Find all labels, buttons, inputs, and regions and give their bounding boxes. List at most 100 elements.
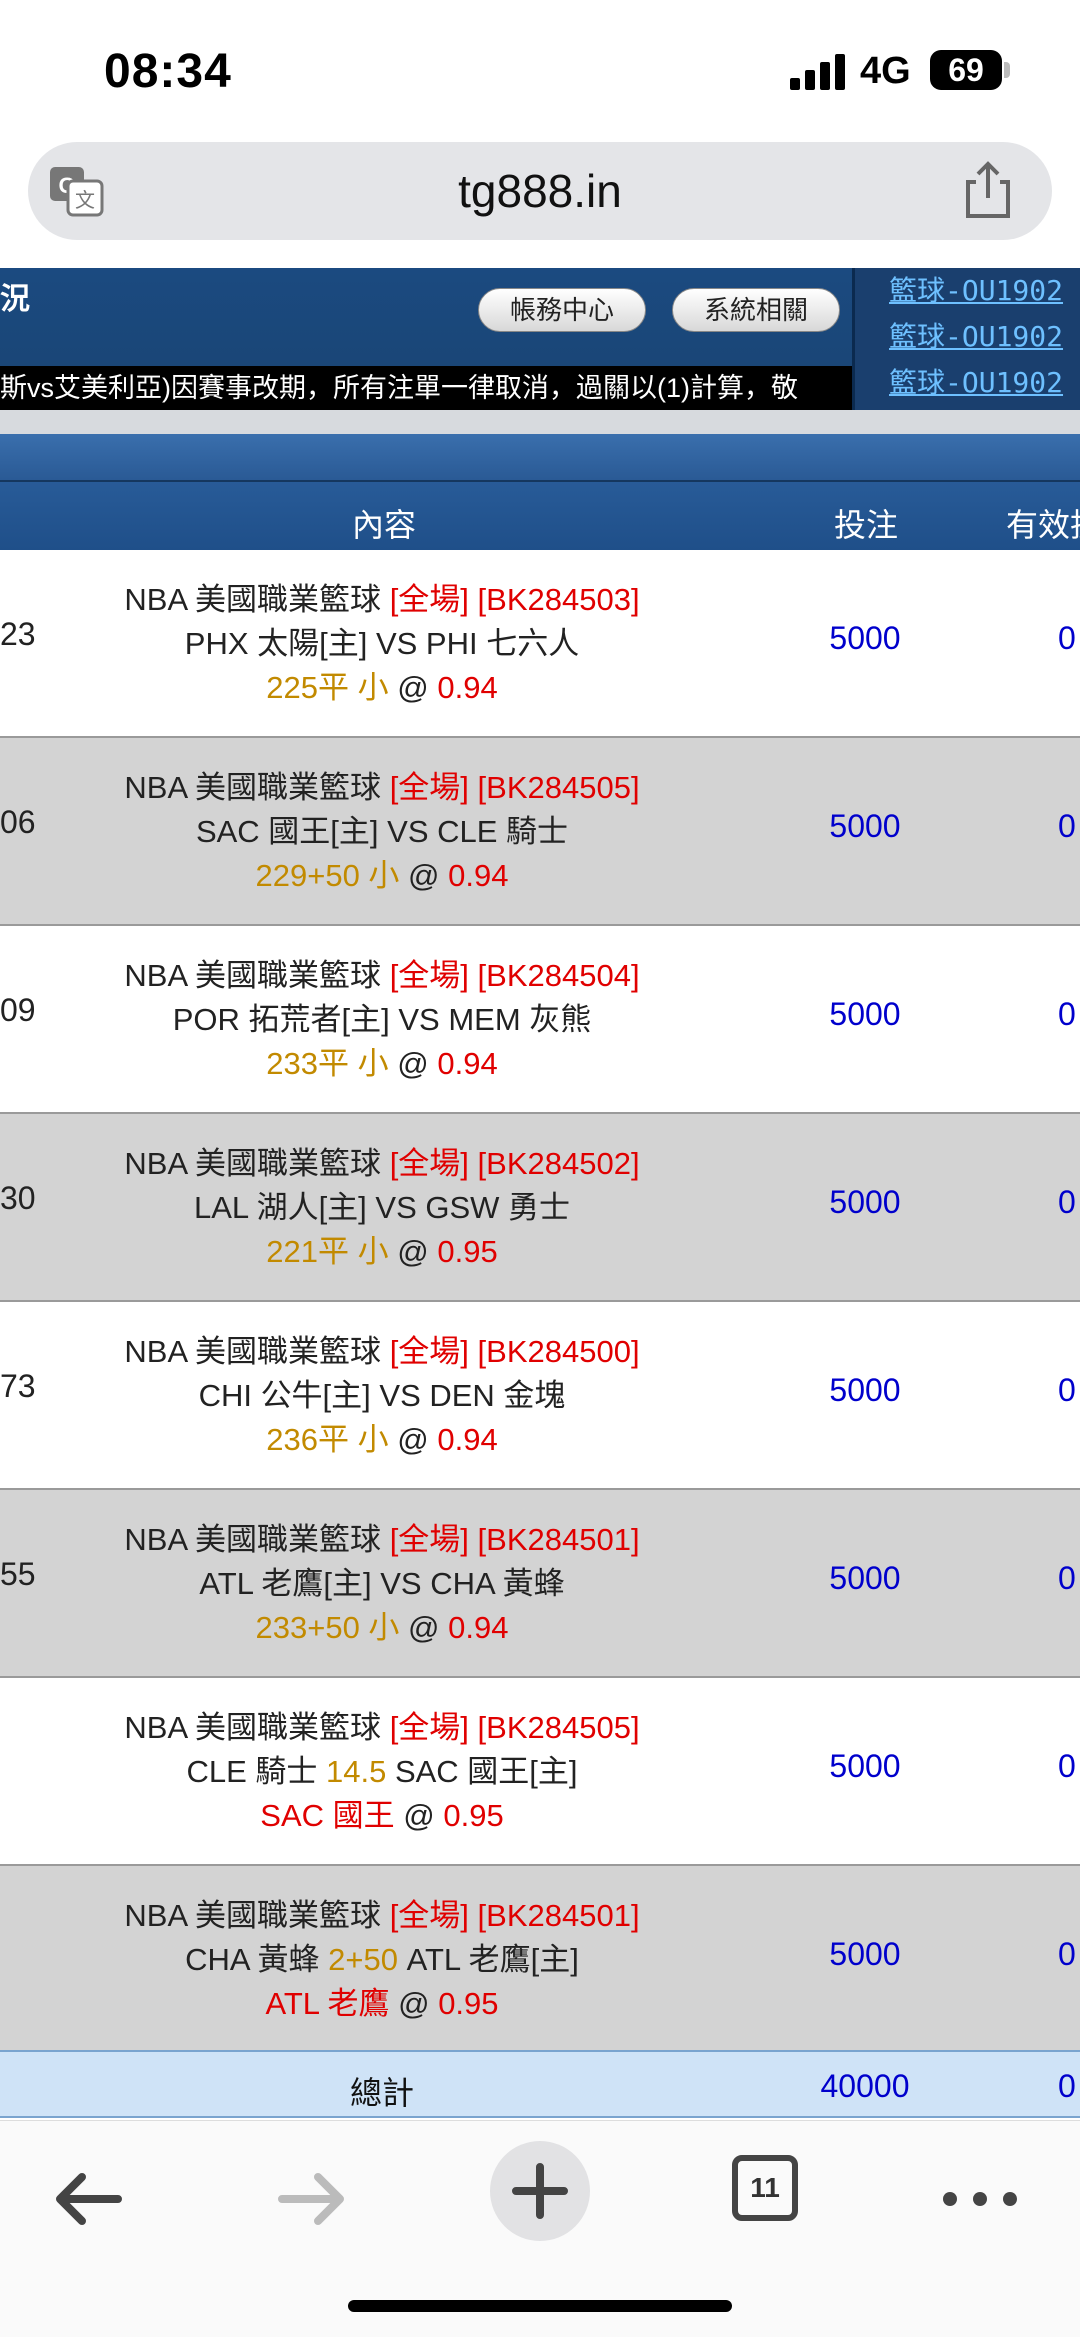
table-row: NBA 美國職業籃球 [全場] [BK284505] CLE 騎士 14.5 SA… — [0, 1678, 1080, 1866]
col-valid: 有效投 — [1006, 507, 1080, 543]
battery-tip — [1004, 62, 1010, 78]
pick-line: SAC 國王 @ 0.95 — [260, 1798, 504, 1833]
period: [全場] — [389, 1334, 469, 1369]
league: NBA 美國職業籃球 — [124, 1710, 382, 1745]
odds: 0.94 — [437, 670, 498, 705]
period: [全場] — [389, 1146, 469, 1181]
team-a: CHA 黃蜂 — [185, 1942, 320, 1977]
side-link[interactable]: 籃球-OU1902 — [855, 360, 1080, 406]
odds: 0.94 — [437, 1422, 498, 1457]
valid-amount: 0 — [1058, 1372, 1076, 1408]
odds: 0.94 — [448, 858, 509, 893]
match-line: SAC 國王[主] VS CLE 騎士 — [0, 810, 764, 854]
match-line: PHX 太陽[主] VS PHI 七六人 — [0, 622, 764, 666]
new-tab-button[interactable] — [490, 2141, 590, 2241]
valid-amount: 0 — [1058, 1184, 1076, 1220]
pick-line: 225平 小 @ 0.94 — [266, 670, 498, 705]
pick-line: 233平 小 @ 0.94 — [266, 1046, 498, 1081]
league-line: NBA 美國職業籃球 [全場] [BK284505] — [0, 1706, 764, 1750]
home-indicator — [348, 2300, 732, 2312]
event-code: [BK284505] — [477, 1710, 640, 1745]
header-title-fragment: 況 — [0, 283, 30, 316]
col-stake: 投注 — [834, 507, 899, 543]
bet-content: NBA 美國職業籃球 [全場] [BK284500] CHI 公牛[主] VS D… — [0, 1330, 764, 1462]
odds: 0.94 — [448, 1610, 509, 1645]
pick: 233+50 小 — [255, 1610, 400, 1645]
league: NBA 美國職業籃球 — [124, 1522, 382, 1557]
team-b: SAC 國王[主] — [394, 1754, 578, 1789]
match-line: ATL 老鷹[主] VS CHA 黃蜂 — [0, 1562, 764, 1606]
league: NBA 美國職業籃球 — [124, 958, 382, 993]
matchup: PHX 太陽[主] VS PHI 七六人 — [184, 626, 580, 661]
pick-line: ATL 老鷹 @ 0.95 — [265, 1986, 499, 2021]
event-code: [BK284501] — [477, 1522, 640, 1557]
forward-icon[interactable] — [262, 2149, 362, 2249]
side-link[interactable]: 籃球-OU1902 — [855, 268, 1080, 314]
matchup: CHI 公牛[主] VS DEN 金塊 — [198, 1378, 566, 1413]
bet-list: 23 NBA 美國職業籃球 [全場] [BK284503] PHX 太陽[主] VS… — [0, 550, 1080, 2054]
odds: 0.95 — [437, 1234, 498, 1269]
pick: 221平 小 — [266, 1234, 389, 1269]
table-row: 55 NBA 美國職業籃球 [全場] [BK284501] ATL 老鷹[主] VS… — [0, 1490, 1080, 1678]
share-icon[interactable] — [960, 160, 1016, 220]
notice-ticker: 斯vs艾美利亞)因賽事改期，所有注單一律取消，過關以(1)計算，敬 — [0, 366, 852, 410]
bet-content: NBA 美國職業籃球 [全場] [BK284501] CHA 黃蜂 2+50 AT… — [0, 1894, 764, 2026]
pick: ATL 老鷹 — [265, 1986, 390, 2021]
tabs-button[interactable]: 11 — [732, 2155, 798, 2221]
handicap: 14.5 — [325, 1754, 387, 1789]
table-title-band — [0, 434, 1080, 480]
league-line: NBA 美國職業籃球 [全場] [BK284504] — [0, 954, 764, 998]
bet-content: NBA 美國職業籃球 [全場] [BK284503] PHX 太陽[主] VS P… — [0, 578, 764, 710]
pick-line: 233+50 小 @ 0.94 — [255, 1610, 509, 1645]
stake-amount: 5000 — [829, 620, 901, 656]
status-time: 08:34 — [104, 45, 232, 98]
matchup: ATL 老鷹[主] VS CHA 黃蜂 — [199, 1566, 565, 1601]
total-valid: 0 — [1058, 2068, 1076, 2104]
address-bar[interactable]: G 文 tg888.in — [28, 142, 1052, 240]
valid-amount: 0 — [1058, 996, 1076, 1032]
match-line: POR 拓荒者[主] VS MEM 灰熊 — [0, 998, 764, 1042]
match-line: CHI 公牛[主] VS DEN 金塊 — [0, 1374, 764, 1418]
account-center-button[interactable]: 帳務中心 — [478, 288, 646, 332]
period: [全場] — [389, 582, 469, 617]
match-line: LAL 湖人[主] VS GSW 勇士 — [0, 1186, 764, 1230]
more-icon[interactable] — [930, 2149, 1030, 2249]
pick: SAC 國王 — [260, 1798, 395, 1833]
stake-amount: 5000 — [829, 996, 901, 1032]
matchup: LAL 湖人[主] VS GSW 勇士 — [193, 1190, 571, 1225]
stake-amount: 5000 — [829, 1936, 901, 1972]
side-link[interactable]: 籃球-OU1902 — [855, 314, 1080, 360]
event-code: [BK284503] — [477, 582, 640, 617]
total-stake: 40000 — [820, 2068, 910, 2104]
league-line: NBA 美國職業籃球 [全場] [BK284505] — [0, 766, 764, 810]
url-text[interactable]: tg888.in — [28, 164, 1052, 218]
period: [全場] — [389, 1710, 469, 1745]
table-row: 73 NBA 美國職業籃球 [全場] [BK284500] CHI 公牛[主] VS… — [0, 1302, 1080, 1490]
system-button[interactable]: 系統相關 — [672, 288, 840, 332]
odds: 0.95 — [438, 1986, 499, 2021]
event-code: [BK284501] — [477, 1898, 640, 1933]
match-line: CLE 騎士 14.5 SAC 國王[主] — [0, 1750, 764, 1794]
stake-amount: 5000 — [829, 808, 901, 844]
signal-icon — [790, 54, 846, 90]
battery-icon: 69 — [930, 50, 1002, 90]
pick-line: 221平 小 @ 0.95 — [266, 1234, 498, 1269]
side-bet-links: 籃球-OU1902 籃球-OU1902 籃球-OU1902 — [852, 268, 1080, 410]
league-line: NBA 美國職業籃球 [全場] [BK284501] — [0, 1894, 764, 1938]
league-line: NBA 美國職業籃球 [全場] [BK284503] — [0, 578, 764, 622]
stake-amount: 5000 — [829, 1372, 901, 1408]
odds: 0.95 — [443, 1798, 504, 1833]
period: [全場] — [389, 958, 469, 993]
back-icon[interactable] — [38, 2149, 138, 2249]
pick: 236平 小 — [266, 1422, 389, 1457]
team-a: CLE 騎士 — [186, 1754, 318, 1789]
league: NBA 美國職業籃球 — [124, 1146, 382, 1181]
valid-amount: 0 — [1058, 620, 1076, 656]
bet-content: NBA 美國職業籃球 [全場] [BK284504] POR 拓荒者[主] VS … — [0, 954, 764, 1086]
bet-content: NBA 美國職業籃球 [全場] [BK284505] SAC 國王[主] VS C… — [0, 766, 764, 898]
pick: 233平 小 — [266, 1046, 389, 1081]
table-row: 30 NBA 美國職業籃球 [全場] [BK284502] LAL 湖人[主] VS… — [0, 1114, 1080, 1302]
event-code: [BK284500] — [477, 1334, 640, 1369]
valid-amount: 0 — [1058, 808, 1076, 844]
table-header: 內容 投注 有效投 — [0, 480, 1080, 550]
